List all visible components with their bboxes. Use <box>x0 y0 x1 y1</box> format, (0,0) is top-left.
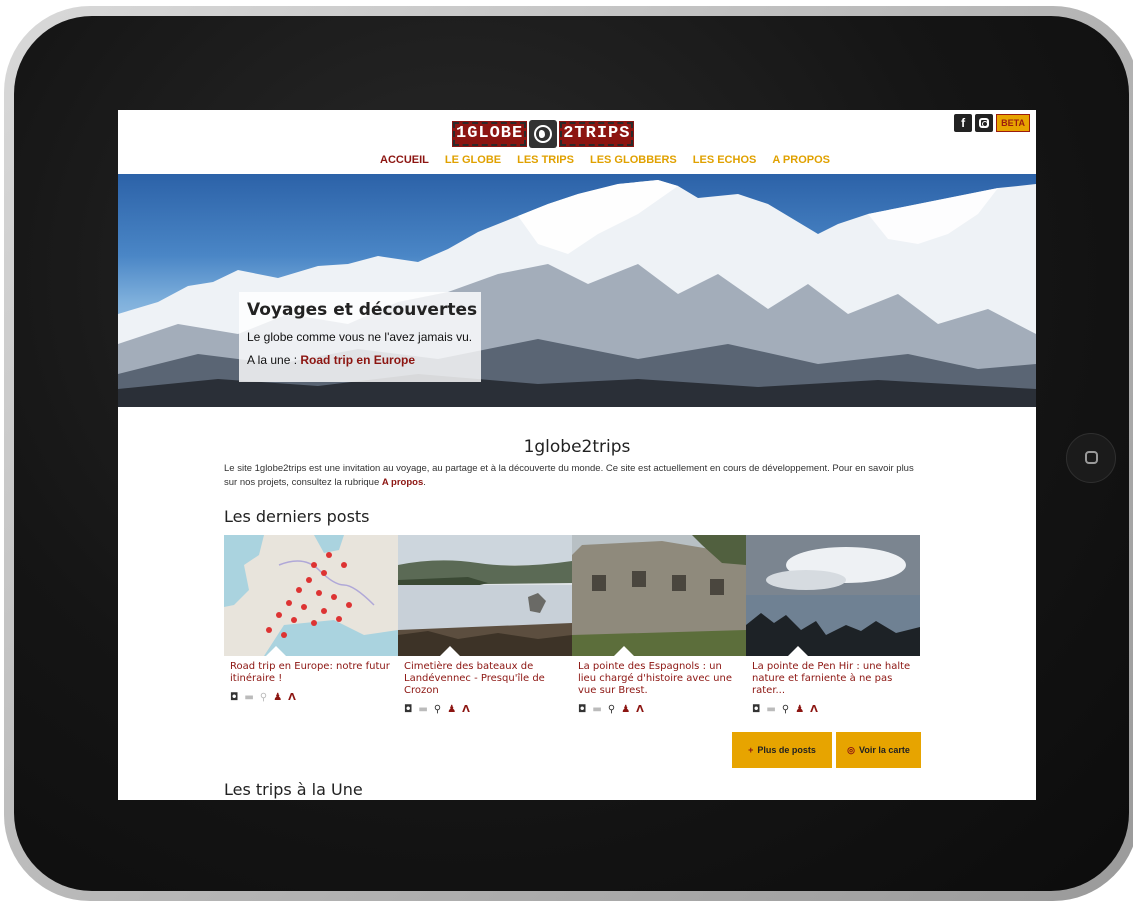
post-card[interactable]: Cimetière des bateaux de Landévennec - P… <box>398 535 572 715</box>
camera-icon: ◘ <box>752 704 761 715</box>
thumb-notch <box>614 646 634 656</box>
see-map-button[interactable]: ◎ Voir la carte <box>836 732 921 768</box>
home-square-icon <box>1085 451 1098 464</box>
globe-icon <box>529 120 558 148</box>
top-right-icons: f BETA <box>954 114 1030 132</box>
hero-featured-link[interactable]: Road trip en Europe <box>300 353 415 367</box>
thumb-notch <box>788 646 808 656</box>
nav-les-trips[interactable]: LES TRIPS <box>517 154 574 166</box>
nav-accueil[interactable]: ACCUEIL <box>380 154 429 166</box>
camera-icon: ◘ <box>230 692 239 703</box>
screen: f BETA 1GLOBE 2TRIPS ACCUEIL LE GLOBE LE… <box>118 110 1036 800</box>
post-title[interactable]: La pointe des Espagnols : un lieu chargé… <box>578 661 740 697</box>
pin-icon: ⚲ <box>259 692 268 703</box>
pin-icon: ⚲ <box>607 704 616 715</box>
hero-featured: A la une : Road trip en Europe <box>247 353 415 367</box>
beta-badge: BETA <box>996 114 1030 132</box>
hero-banner: Voyages et découvertes Le globe comme vo… <box>118 174 1036 407</box>
video-icon: ▬ <box>418 704 428 715</box>
video-icon: ▬ <box>244 692 254 703</box>
main-nav: ACCUEIL LE GLOBE LES TRIPS LES GLOBBERS … <box>380 154 830 166</box>
post-title[interactable]: Road trip en Europe: notre futur itinéra… <box>230 661 392 685</box>
video-icon: ▬ <box>766 704 776 715</box>
camera-icon: ◘ <box>404 704 413 715</box>
nav-les-globbers[interactable]: LES GLOBBERS <box>590 154 677 166</box>
globe-icon: ◎ <box>847 744 855 755</box>
post-thumbnail[interactable] <box>398 535 572 656</box>
intro-paragraph: Le site 1globe2trips est une invitation … <box>224 462 924 490</box>
thumb-notch <box>266 646 286 656</box>
intro-about-link[interactable]: A propos <box>382 477 423 488</box>
logo-text-2: 2TRIPS <box>559 121 635 147</box>
post-card[interactable]: La pointe des Espagnols : un lieu chargé… <box>572 535 746 715</box>
post-icons: ◘ ▬ ⚲ ♟ Λ <box>230 692 392 703</box>
post-card[interactable]: Road trip en Europe: notre futur itinéra… <box>224 535 398 703</box>
featured-trips-heading: Les trips à la Une <box>224 780 363 799</box>
site-logo[interactable]: 1GLOBE 2TRIPS <box>452 120 635 148</box>
post-title[interactable]: La pointe de Pen Hir : une halte nature … <box>752 661 914 697</box>
road-icon: Λ <box>462 704 470 715</box>
post-icons: ◘ ▬ ⚲ ♟ Λ <box>578 704 740 715</box>
person-icon: ♟ <box>795 704 805 715</box>
intro-text: Le site 1globe2trips est une invitation … <box>224 463 914 488</box>
latest-posts-heading: Les derniers posts <box>224 507 370 526</box>
nav-a-propos[interactable]: A PROPOS <box>772 154 830 166</box>
hero-featured-prefix: A la une : <box>247 353 298 367</box>
more-posts-label: Plus de posts <box>757 745 816 755</box>
intro-end: . <box>423 477 426 488</box>
home-button[interactable] <box>1066 433 1116 483</box>
post-title[interactable]: Cimetière des bateaux de Landévennec - P… <box>404 661 566 697</box>
road-icon: Λ <box>636 704 644 715</box>
person-icon: ♟ <box>447 704 457 715</box>
video-icon: ▬ <box>592 704 602 715</box>
see-map-label: Voir la carte <box>859 745 910 755</box>
pin-icon: ⚲ <box>433 704 442 715</box>
hero-subtitle: Le globe comme vous ne l'avez jamais vu. <box>247 330 473 344</box>
person-icon: ♟ <box>621 704 631 715</box>
nav-le-globe[interactable]: LE GLOBE <box>445 154 501 166</box>
post-icons: ◘ ▬ ⚲ ♟ Λ <box>752 704 914 715</box>
pin-icon: ⚲ <box>781 704 790 715</box>
logo-text-1: 1GLOBE <box>452 121 528 147</box>
thumb-notch <box>440 646 460 656</box>
post-thumbnail[interactable] <box>572 535 746 656</box>
hero-caption-box: Voyages et découvertes Le globe comme vo… <box>239 292 481 382</box>
more-posts-button[interactable]: + Plus de posts <box>732 732 832 768</box>
road-icon: Λ <box>810 704 818 715</box>
camera-icon: ◘ <box>578 704 587 715</box>
person-icon: ♟ <box>273 692 283 703</box>
latest-posts-grid: Road trip en Europe: notre futur itinéra… <box>224 535 920 725</box>
post-icons: ◘ ▬ ⚲ ♟ Λ <box>404 704 566 715</box>
post-thumbnail[interactable] <box>224 535 398 656</box>
site-title: 1globe2trips <box>523 437 631 457</box>
road-icon: Λ <box>288 692 296 703</box>
facebook-icon[interactable]: f <box>954 114 973 132</box>
hero-title: Voyages et découvertes <box>247 300 478 320</box>
post-thumbnail[interactable] <box>746 535 920 656</box>
instagram-icon[interactable] <box>975 114 994 132</box>
plus-icon: + <box>748 745 754 755</box>
nav-les-echos[interactable]: LES ECHOS <box>693 154 757 166</box>
post-card[interactable]: La pointe de Pen Hir : une halte nature … <box>746 535 920 715</box>
